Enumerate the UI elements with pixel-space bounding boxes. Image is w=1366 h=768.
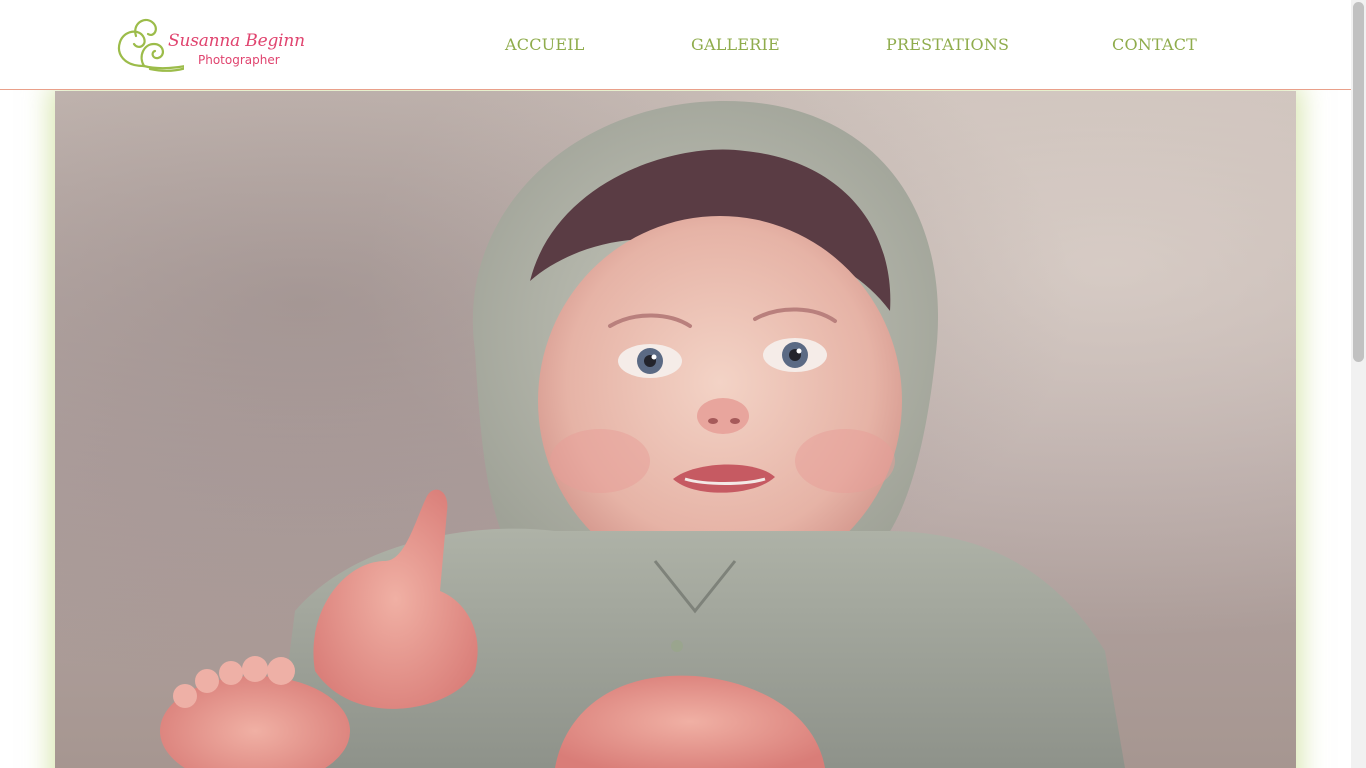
nav-gallerie[interactable]: GALLERIE [691,35,780,54]
hero-image [55,91,1296,768]
page: Susanna Beginn Photographer ACCUEIL GALL… [0,0,1366,768]
main-nav: ACCUEIL GALLERIE PRESTATIONS CONTACT [0,35,1351,55]
brand-tagline: Photographer [198,53,280,67]
site-header: Susanna Beginn Photographer ACCUEIL GALL… [0,0,1351,90]
scrollbar-thumb[interactable] [1353,2,1364,362]
scrollbar[interactable] [1351,0,1366,768]
hero-frame [55,91,1296,768]
nav-prestations[interactable]: PRESTATIONS [886,35,1009,54]
baby-photo-illustration [160,101,1125,768]
nav-accueil[interactable]: ACCUEIL [505,35,585,54]
nav-contact[interactable]: CONTACT [1112,35,1197,54]
